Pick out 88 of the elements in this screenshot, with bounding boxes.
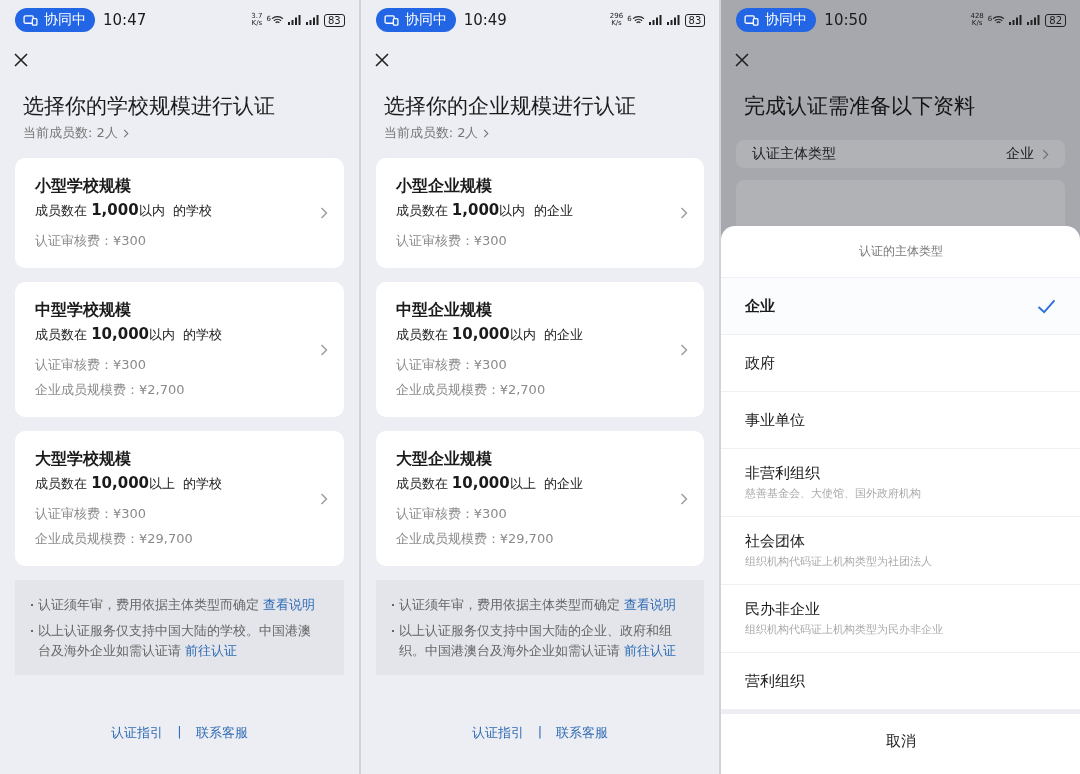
collaboration-badge[interactable]: 协同中 xyxy=(736,8,817,32)
chevron-icon xyxy=(1042,148,1049,160)
card-description: 成员数在 1,000以内 的学校 xyxy=(35,201,213,220)
fee-text: 认证审核费：¥300 xyxy=(395,505,508,523)
chevron-icon xyxy=(680,343,689,356)
status-time: 10:50 xyxy=(824,11,868,29)
collaboration-badge[interactable]: 协同中 xyxy=(375,8,456,32)
collaboration-badge[interactable]: 协同中 xyxy=(15,8,95,32)
card-title: 小型企业规模 xyxy=(395,176,493,197)
footer-separator: | xyxy=(177,724,182,741)
page-title: 选择你的企业规模进行认证 xyxy=(382,93,637,120)
card-title: 大型学校规模 xyxy=(35,449,132,470)
card-title: 中型学校规模 xyxy=(35,300,132,321)
card-description: 成员数在 10,000以内 的学校 xyxy=(35,325,224,344)
fee-text: 认证审核费：¥300 xyxy=(35,505,148,523)
scale-option-card[interactable]: 大型企业规模 成员数在 10,000以上 的企业 认证审核费：¥300 企业成员规模费：¥29,700 xyxy=(375,431,705,566)
close-icon[interactable] xyxy=(14,53,28,67)
wifi-icon xyxy=(270,15,284,25)
note-text: 认证须年审，费用依据主体类型而确定 查看说明 xyxy=(398,596,676,614)
subject-type-option[interactable]: 企业 xyxy=(721,278,1080,335)
chevron-icon xyxy=(483,128,490,138)
page-title: 完成认证需准备以下资料 xyxy=(743,93,977,120)
close-icon[interactable] xyxy=(735,53,750,67)
subject-type-option[interactable]: 民办非企业 组织机构代码证上机构类型为民办非企业 xyxy=(721,585,1080,653)
chevron-icon xyxy=(319,492,328,505)
scale-option-card[interactable]: 中型学校规模 成员数在 10,000以内 的学校 认证审核费：¥300 企业成员规模费：¥2,700 xyxy=(15,282,344,417)
chevron-icon xyxy=(680,492,689,505)
card-title: 中型企业规模 xyxy=(395,300,493,321)
wifi-icon xyxy=(631,15,645,25)
status-time: 10:47 xyxy=(103,11,147,29)
card-title: 大型企业规模 xyxy=(395,449,493,470)
card-description: 成员数在 10,000以内 的企业 xyxy=(395,325,584,344)
checkmark-icon xyxy=(1037,298,1056,314)
footer-link[interactable]: 联系客服 xyxy=(195,724,248,742)
signal-icon xyxy=(666,15,681,25)
subject-type-option[interactable]: 事业单位 xyxy=(721,392,1080,449)
fee-text: 企业成员规模费：¥29,700 xyxy=(395,530,555,548)
devices-icon xyxy=(744,14,760,26)
note-link[interactable]: 前往认证 xyxy=(623,643,676,658)
fee-text: 企业成员规模费：¥2,700 xyxy=(35,381,186,399)
chevron-icon xyxy=(319,343,328,356)
fee-text: 企业成员规模费：¥29,700 xyxy=(35,530,194,548)
battery-indicator: 82 xyxy=(1045,13,1066,27)
note-text: 认证须年审，费用依据主体类型而确定 查看说明 xyxy=(38,596,316,614)
card-description: 成员数在 1,000以内 的企业 xyxy=(395,201,574,220)
wifi-icon xyxy=(992,15,1006,25)
note-link[interactable]: 前往认证 xyxy=(185,643,238,658)
note-link[interactable]: 查看说明 xyxy=(623,597,676,612)
subject-type-option[interactable]: 非营利组织 慈善基金会、大使馆、国外政府机构 xyxy=(721,449,1080,517)
member-count-link[interactable]: 当前成员数: 2人 xyxy=(0,124,129,142)
note-text: 以上认证服务仅支持中国大陆的学校。中国港澳台及海外企业如需认证请 前往认证 xyxy=(38,622,312,660)
note-text: 以上认证服务仅支持中国大陆的企业、政府和组织。中国港澳台及海外企业如需认证请 前往认证 xyxy=(398,622,677,660)
fee-text: 认证审核费：¥300 xyxy=(35,232,148,250)
page-title: 选择你的学校规模进行认证 xyxy=(22,93,276,120)
card-description: 成员数在 10,000以上 的企业 xyxy=(395,474,584,493)
scale-option-card[interactable]: 小型学校规模 成员数在 1,000以内 的学校 认证审核费：¥300 xyxy=(15,158,344,268)
member-count-link[interactable]: 当前成员数: 2人 xyxy=(360,124,490,142)
signal-icon xyxy=(1009,15,1024,25)
fee-text: 企业成员规模费：¥2,700 xyxy=(395,381,547,399)
signal-icon xyxy=(648,15,663,25)
devices-icon xyxy=(23,14,38,26)
fee-text: 认证审核费：¥300 xyxy=(395,356,508,374)
chevron-icon xyxy=(122,128,129,138)
devices-icon xyxy=(383,14,399,26)
chevron-icon xyxy=(680,207,689,219)
signal-icon xyxy=(287,15,302,25)
card-title: 小型学校规模 xyxy=(35,176,132,197)
battery-indicator: 83 xyxy=(323,13,345,27)
footer-link[interactable]: 联系客服 xyxy=(556,724,609,742)
footer-link[interactable]: 认证指引 xyxy=(471,724,524,742)
footer-link[interactable]: 认证指引 xyxy=(111,724,164,742)
subject-type-option[interactable]: 政府 xyxy=(721,335,1080,392)
fee-text: 认证审核费：¥300 xyxy=(395,232,508,250)
scale-option-card[interactable]: 大型学校规模 成员数在 10,000以上 的学校 认证审核费：¥300 企业成员规模费：¥29,700 xyxy=(15,431,344,566)
battery-indicator: 83 xyxy=(684,13,706,27)
close-icon[interactable] xyxy=(374,53,389,67)
subject-type-row[interactable]: 认证主体类型 企业 xyxy=(736,140,1065,168)
scale-option-card[interactable]: 小型企业规模 成员数在 1,000以内 的企业 认证审核费：¥300 xyxy=(375,158,705,268)
fee-text: 认证审核费：¥300 xyxy=(35,356,148,374)
card-description: 成员数在 10,000以上 的学校 xyxy=(35,474,224,493)
status-time: 10:49 xyxy=(463,11,507,29)
footer-separator: | xyxy=(537,724,543,741)
note-link[interactable]: 查看说明 xyxy=(263,597,316,612)
signal-icon xyxy=(305,15,320,25)
subject-type-option[interactable]: 社会团体 组织机构代码证上机构类型为社团法人 xyxy=(721,517,1080,585)
scale-option-card[interactable]: 中型企业规模 成员数在 10,000以内 的企业 认证审核费：¥300 企业成员规模费：¥2,700 xyxy=(375,282,705,417)
chevron-icon xyxy=(319,207,328,219)
signal-icon xyxy=(1027,15,1042,25)
